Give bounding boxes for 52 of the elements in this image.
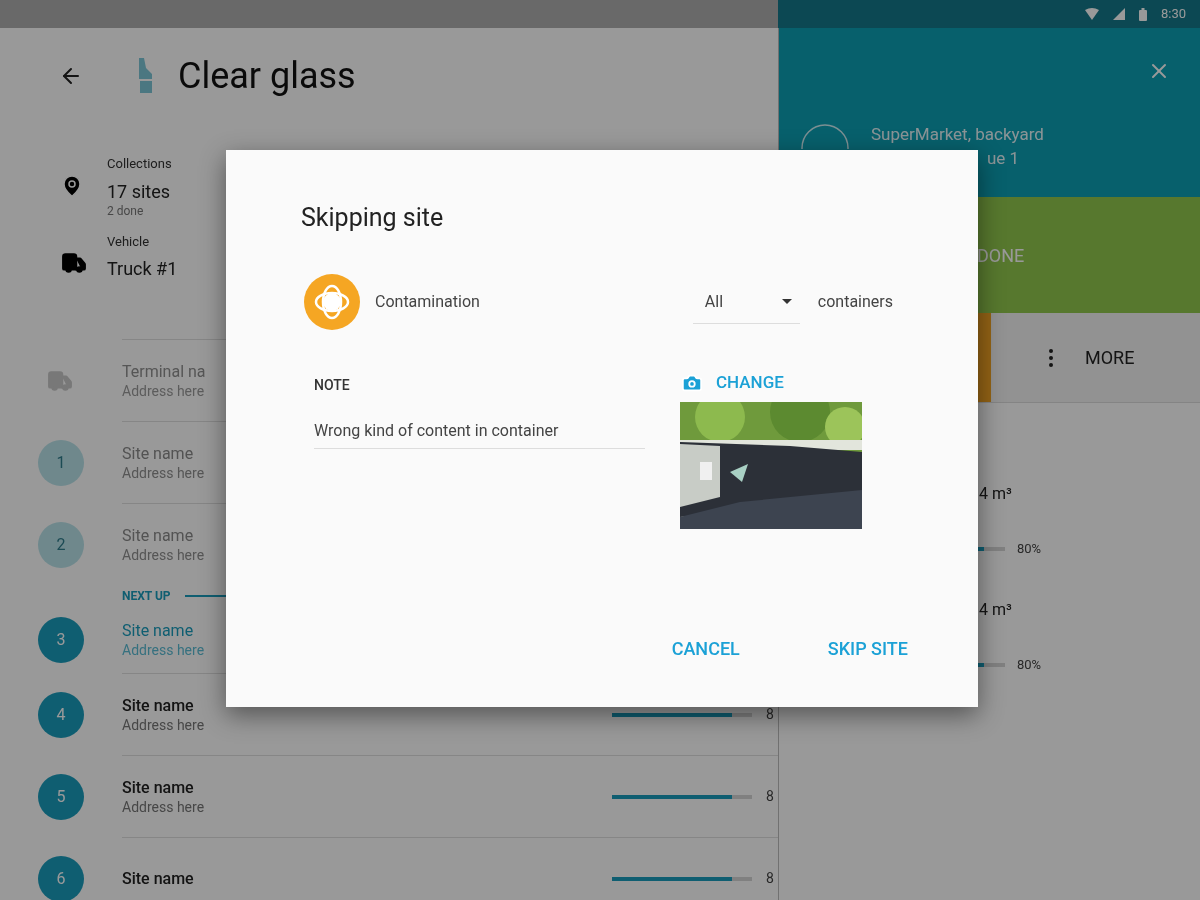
site-name: Site name	[122, 777, 194, 798]
container-volume: 4 m³	[978, 483, 1013, 505]
scope-dropdown[interactable]: All	[692, 280, 800, 324]
battery-icon	[1138, 7, 1147, 21]
summary-detail: 2 done	[107, 203, 145, 218]
stop-address: ue 1	[987, 147, 1021, 170]
fill-reading: 8	[766, 869, 774, 888]
summary-value: Truck #1	[107, 257, 178, 281]
site-name: Site name	[122, 443, 194, 464]
site-number: 1	[38, 439, 84, 486]
site-address: Address here	[122, 545, 205, 564]
dialog-title: Skipping site	[301, 202, 445, 234]
site-address: Address here	[122, 463, 205, 482]
page-title: Clear glass	[178, 54, 356, 99]
caret-icon	[781, 299, 792, 304]
next-up-label: NEXT UP	[122, 588, 171, 605]
container-volume: 4 m³	[978, 599, 1013, 621]
site-address: Address here	[122, 641, 205, 659]
fill-reading: 8	[766, 705, 774, 724]
site-number: 4	[38, 691, 84, 738]
fill-reading: 8	[766, 787, 774, 806]
scope-suffix: containers	[817, 291, 893, 313]
site-name: Site name	[122, 868, 194, 889]
reason-label: Contamination	[375, 291, 480, 313]
summary-label: Collections	[107, 155, 172, 173]
container-fill-reading: 80%	[1017, 540, 1042, 558]
site-name: Site name	[122, 695, 194, 716]
terminal-address: Address here	[122, 381, 206, 400]
summary-label: Vehicle	[107, 232, 151, 251]
terminal-name: Terminal na	[122, 361, 206, 382]
clock: 8:30	[1160, 5, 1186, 24]
site-number: 2	[38, 521, 84, 568]
more-icon	[1049, 348, 1053, 367]
site-number: 5	[38, 773, 84, 820]
site-name: Site name	[122, 621, 194, 641]
signal-icon	[1112, 8, 1125, 20]
note-label: NOTE	[314, 376, 351, 395]
container-fill-reading: 80%	[1017, 656, 1042, 674]
summary-value: 17 sites	[107, 179, 172, 204]
change-photo-button[interactable]: CHANGE	[680, 370, 862, 396]
contamination-icon	[304, 274, 360, 330]
site-address: Address here	[122, 715, 205, 734]
site-name: Site name	[122, 525, 194, 546]
site-number: 6	[38, 855, 84, 900]
stop-name: SuperMarket, backyard	[871, 123, 1044, 146]
site-number: 3	[38, 617, 84, 663]
dialog-action-button[interactable]: SKIP SITE	[827, 635, 908, 659]
site-address: Address here	[122, 797, 205, 816]
more-button[interactable]: MORE	[991, 313, 1200, 402]
note-field[interactable]: Wrong kind of content in container	[314, 413, 645, 449]
wifi-icon	[1084, 8, 1099, 20]
dialog-action-button[interactable]: CANCEL	[671, 635, 740, 659]
